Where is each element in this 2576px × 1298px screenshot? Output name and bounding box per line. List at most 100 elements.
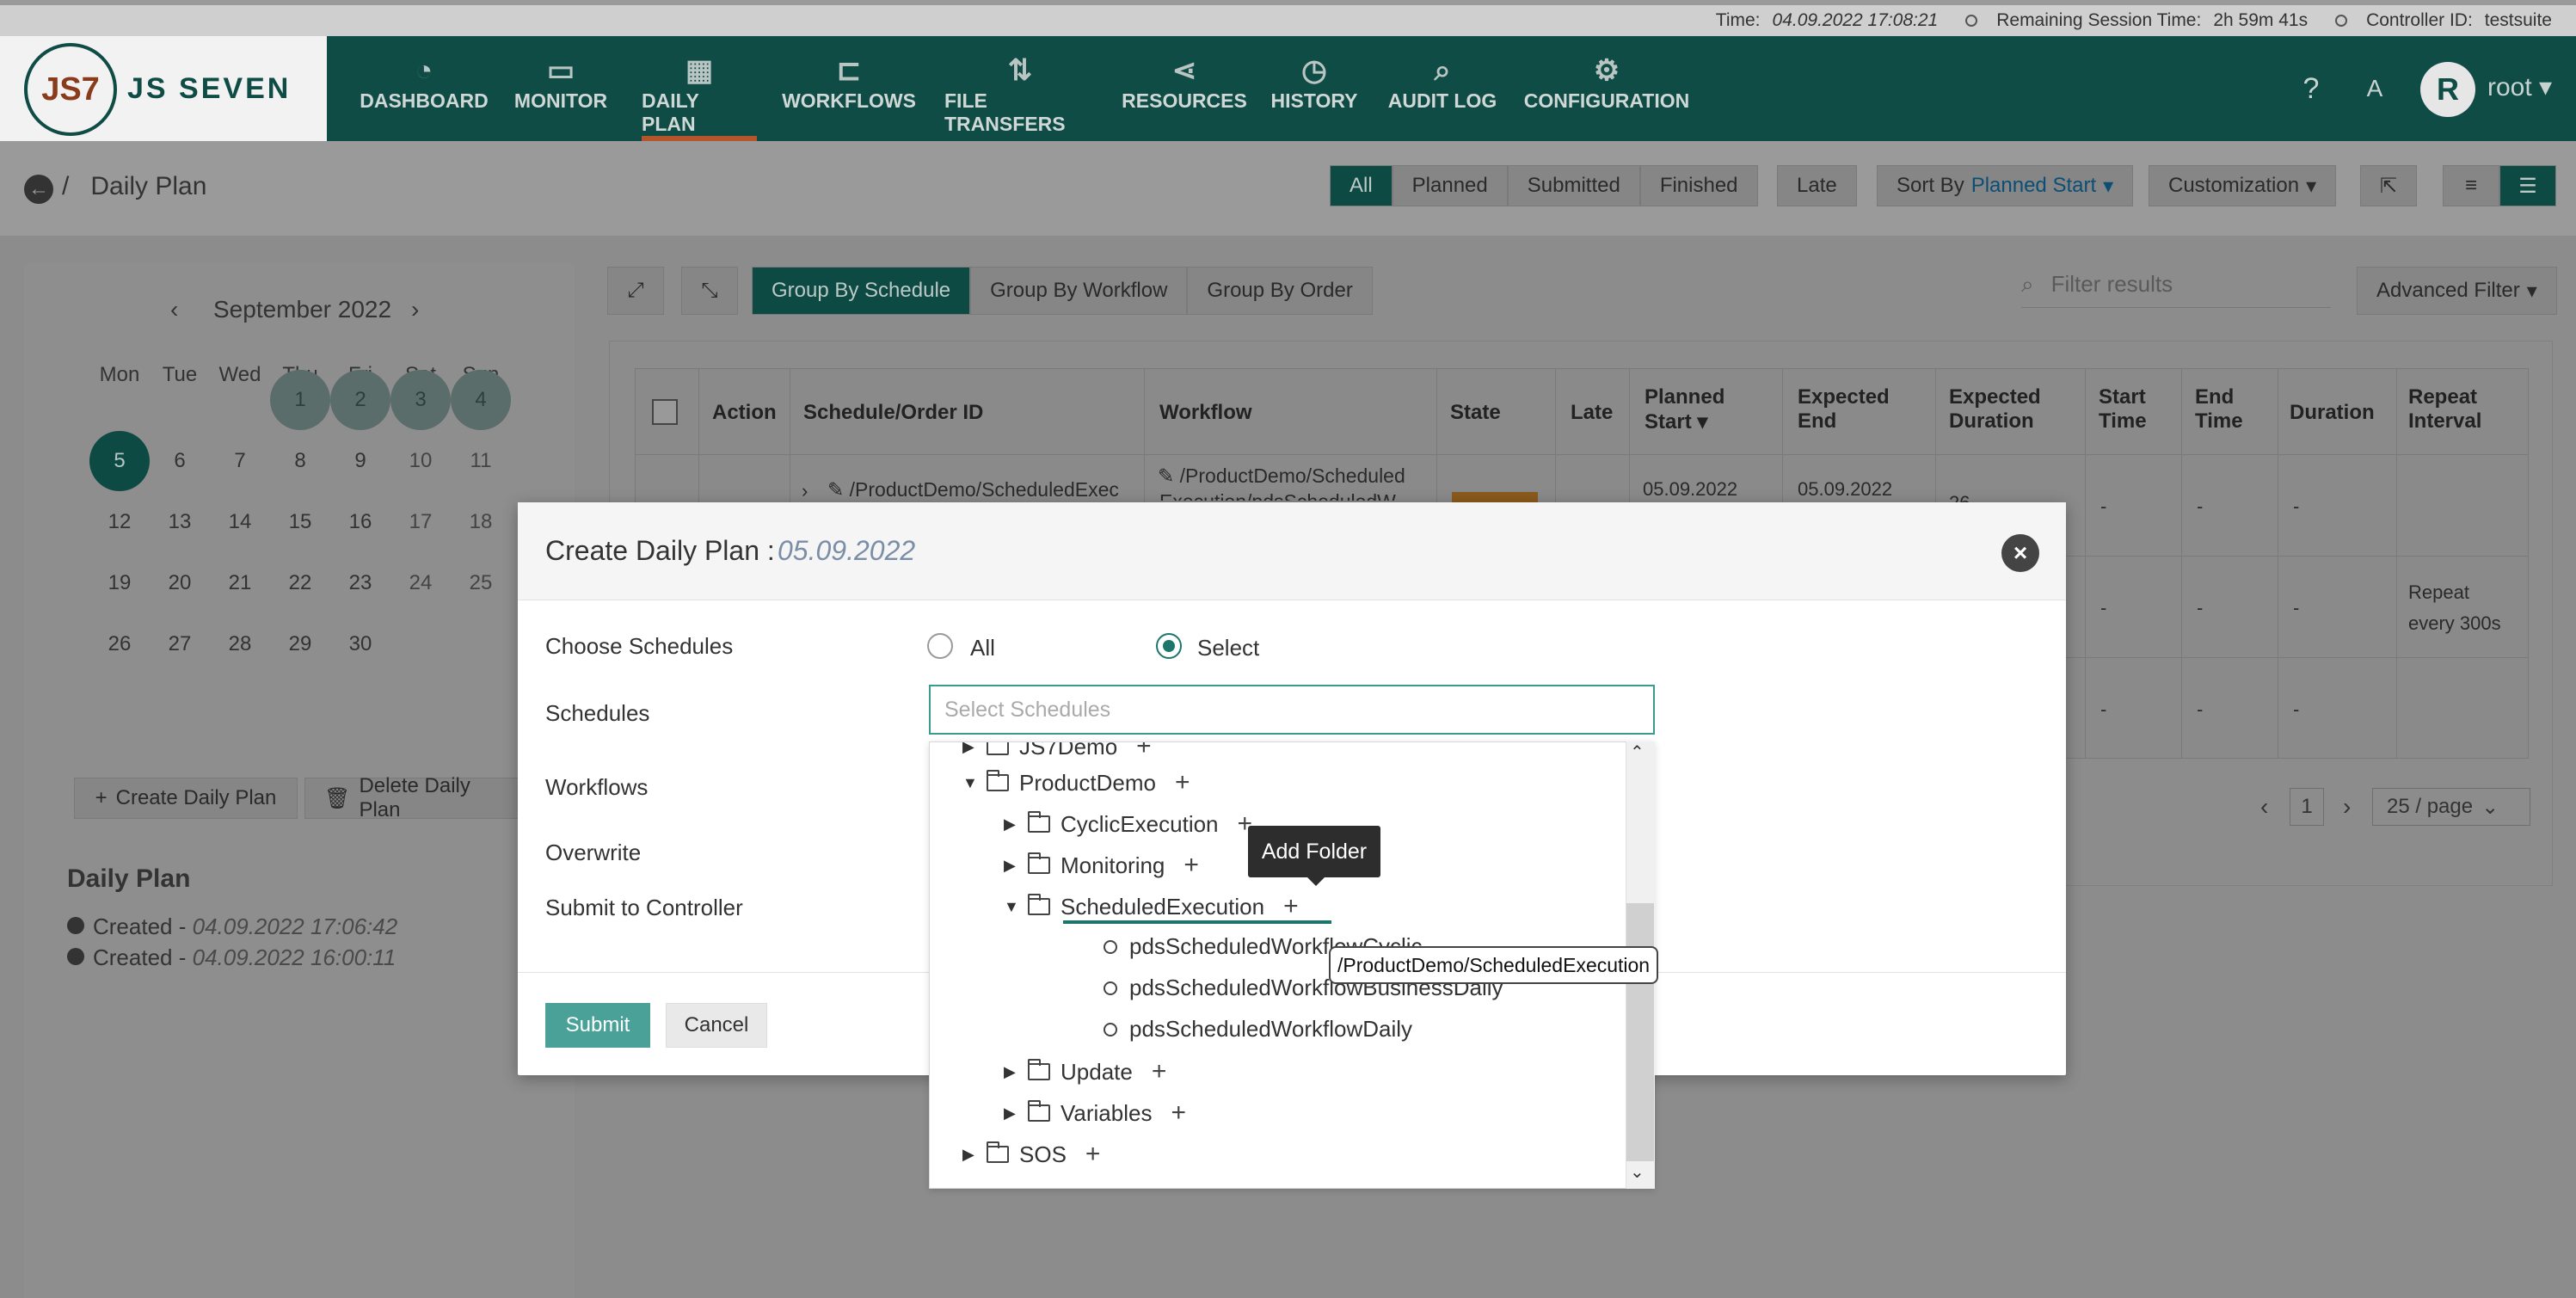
calendar-day[interactable]: 5 [89, 431, 150, 491]
expand-row-icon[interactable]: › [802, 480, 808, 502]
col-header[interactable]: State [1450, 401, 1501, 425]
col-header[interactable]: Workflow [1159, 401, 1252, 425]
calendar-day[interactable]: 16 [330, 492, 390, 552]
calendar-day[interactable]: 25 [451, 553, 511, 613]
tree-folder-js7demo[interactable]: ▶ JS7Demo + [962, 742, 1152, 761]
calendar-day[interactable]: 26 [89, 614, 150, 674]
calendar-day[interactable]: 20 [150, 553, 210, 613]
calendar-day[interactable]: 2 [330, 370, 390, 430]
nav-dashboard[interactable]: ◔ DASHBOARD [360, 52, 489, 141]
tree-folder-update[interactable]: ▶ Update + [1004, 1057, 1166, 1086]
calendar-day[interactable]: 24 [390, 553, 451, 613]
calendar-day[interactable]: 7 [210, 431, 270, 491]
add-folder-icon[interactable]: + [1152, 1057, 1167, 1086]
list-view-icon[interactable]: ☰ [2499, 165, 2556, 206]
language-icon[interactable]: A [2353, 67, 2396, 110]
sliders-icon[interactable]: ≡ [2443, 165, 2499, 206]
scroll-up-icon[interactable]: ⌃ [1630, 741, 1645, 763]
calendar-day[interactable]: 8 [270, 431, 330, 491]
calendar-day[interactable]: 17 [390, 492, 451, 552]
nav-monitor[interactable]: ▭ MONITOR [509, 52, 612, 141]
col-header[interactable]: Expected Duration [1949, 385, 2078, 434]
calendar-day[interactable]: 30 [330, 614, 390, 674]
calendar-day[interactable]: 22 [270, 553, 330, 613]
advanced-filter-dropdown[interactable]: Advanced Filter ▾ [2357, 267, 2557, 315]
help-icon[interactable]: ? [2290, 67, 2333, 110]
add-folder-icon[interactable]: + [1171, 1098, 1186, 1128]
workflow-cell[interactable]: ✎ /ProductDemo/Scheduled [1158, 464, 1405, 488]
collapse-all-icon[interactable]: ⤡ [681, 267, 738, 315]
nav-workflows[interactable]: ⊏ WORKFLOWS [782, 52, 916, 141]
tree-item-schedule[interactable]: pdsScheduledWorkflowDaily [1104, 1016, 1412, 1043]
tree-folder-productdemo[interactable]: ▼ ProductDemo + [962, 768, 1190, 797]
tree-folder-cyclic[interactable]: ▶ CyclicExecution + [1004, 809, 1252, 839]
add-folder-icon[interactable]: + [1183, 851, 1199, 880]
tree-folder-scheduled[interactable]: ▼ ScheduledExecution + [1004, 892, 1299, 921]
submit-button[interactable]: Submit [545, 1003, 650, 1048]
cancel-button[interactable]: Cancel [666, 1003, 767, 1048]
calendar-day[interactable]: 21 [210, 553, 270, 613]
next-month-icon[interactable]: › [411, 296, 419, 323]
calendar-day[interactable]: 1 [270, 370, 330, 430]
schedule-cell[interactable]: ✎ /ProductDemo/ScheduledExec [827, 478, 1119, 501]
radio-all[interactable] [927, 633, 953, 659]
group-by-order-button[interactable]: Group By Order [1187, 267, 1373, 315]
col-header[interactable]: Planned Start ▾ [1645, 385, 1774, 434]
calendar-day[interactable]: 28 [210, 614, 270, 674]
select-all-checkbox[interactable] [652, 399, 678, 425]
calendar-day[interactable]: 15 [270, 492, 330, 552]
export-icon[interactable]: ⇱ [2360, 165, 2417, 206]
delete-daily-plan-button[interactable]: 🗑 Delete Daily Plan [304, 774, 520, 821]
filter-planned-button[interactable]: Planned [1392, 165, 1508, 206]
col-header[interactable]: Expected End [1798, 385, 1927, 434]
calendar-day[interactable]: 18 [451, 492, 511, 552]
avatar[interactable]: R [2420, 62, 2475, 117]
col-header[interactable]: Start Time [2099, 385, 2176, 434]
pager-prev-icon[interactable]: ‹ [2260, 793, 2268, 821]
tree-folder-monitoring[interactable]: ▶ Monitoring + [1004, 851, 1199, 880]
calendar-day[interactable]: 23 [330, 553, 390, 613]
calendar-day[interactable]: 19 [89, 553, 150, 613]
sort-by-dropdown[interactable]: Sort By Planned Start ▾ [1877, 165, 2134, 206]
filter-finished-button[interactable]: Finished [1639, 165, 1758, 206]
schedules-input[interactable]: Select Schedules [929, 685, 1655, 735]
calendar-day[interactable]: 12 [89, 492, 150, 552]
pager-current[interactable]: 1 [2290, 788, 2324, 826]
col-header[interactable]: Duration [2290, 401, 2375, 425]
username[interactable]: root ▾ [2487, 72, 2552, 102]
filter-all-button[interactable]: All [1330, 165, 1393, 206]
calendar-day[interactable]: 13 [150, 492, 210, 552]
tree-scrollbar-thumb[interactable] [1626, 903, 1654, 1161]
filter-late-button[interactable]: Late [1777, 165, 1857, 206]
pager-next-icon[interactable]: › [2343, 793, 2351, 821]
create-daily-plan-button[interactable]: + Create Daily Plan [74, 778, 298, 819]
add-folder-icon[interactable]: + [1085, 1140, 1101, 1169]
add-folder-icon[interactable]: + [1175, 768, 1190, 797]
col-header[interactable]: Repeat Interval [2408, 385, 2511, 434]
calendar-day[interactable]: 9 [330, 431, 390, 491]
nav-audit-log[interactable]: ⌕ AUDIT LOG [1385, 52, 1500, 141]
page-size-select[interactable]: 25 / page ⌄ [2372, 788, 2530, 826]
calendar-day[interactable]: 3 [390, 370, 451, 430]
calendar-day[interactable]: 27 [150, 614, 210, 674]
calendar-day[interactable]: 6 [150, 431, 210, 491]
group-by-schedule-button[interactable]: Group By Schedule [752, 267, 971, 315]
calendar-day[interactable]: 14 [210, 492, 270, 552]
close-icon[interactable]: × [2001, 534, 2039, 572]
col-header[interactable]: Late [1571, 401, 1613, 425]
tree-folder-variables[interactable]: ▶ Variables + [1004, 1098, 1186, 1128]
tree-folder-sos[interactable]: ▶ SOS + [962, 1140, 1100, 1169]
group-by-workflow-button[interactable]: Group By Workflow [970, 267, 1188, 315]
nav-configuration[interactable]: ⚙ CONFIGURATION [1524, 52, 1690, 141]
scroll-down-icon[interactable]: ⌄ [1630, 1161, 1645, 1183]
col-header[interactable]: End Time [2195, 385, 2272, 434]
calendar-day[interactable]: 29 [270, 614, 330, 674]
filter-results-input[interactable]: ⌕ Filter results [2021, 261, 2331, 308]
nav-history[interactable]: ◷ HISTORY [1270, 52, 1359, 141]
nav-resources[interactable]: ⋖ RESOURCES [1122, 52, 1247, 141]
customization-dropdown[interactable]: Customization ▾ [2149, 165, 2337, 206]
calendar-day[interactable]: 11 [451, 431, 511, 491]
col-header[interactable]: Schedule/Order ID [803, 401, 983, 425]
filter-submitted-button[interactable]: Submitted [1507, 165, 1640, 206]
add-folder-icon[interactable]: + [1283, 892, 1299, 921]
